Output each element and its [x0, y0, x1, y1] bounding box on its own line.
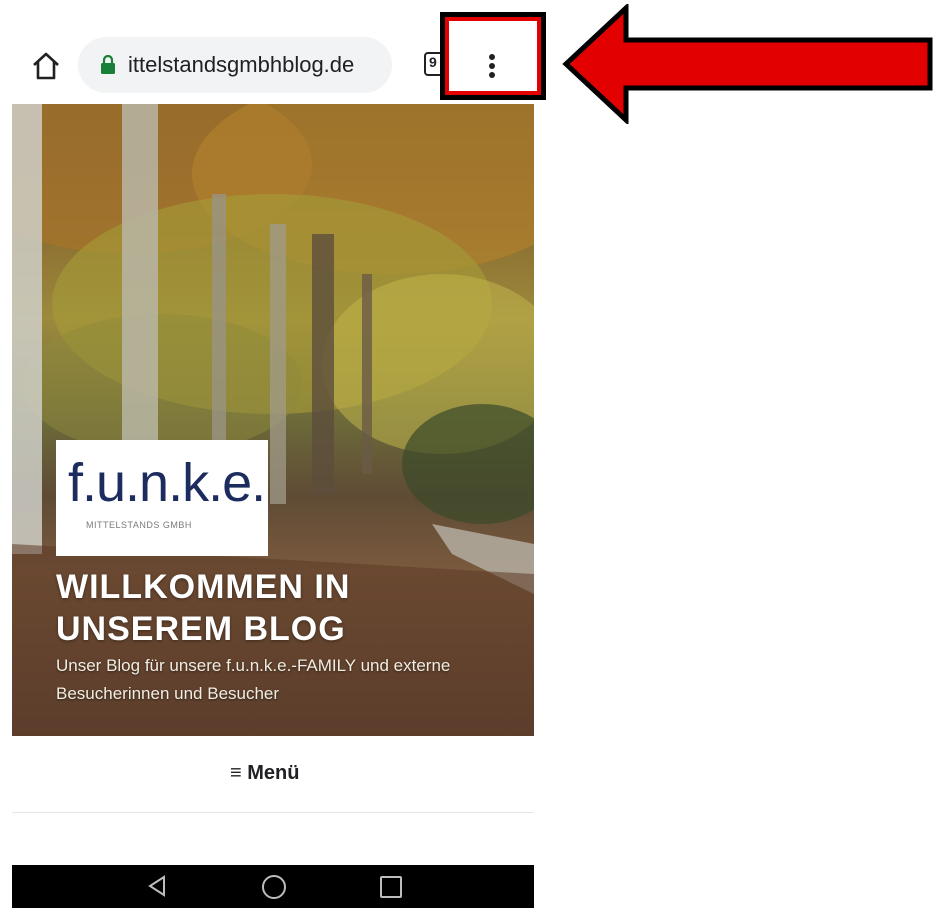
- url-text: ittelstandsgmbhblog.de: [128, 52, 355, 77]
- recent-apps-icon[interactable]: [380, 876, 402, 898]
- home-circle-icon[interactable]: [262, 875, 286, 899]
- home-icon[interactable]: [30, 50, 62, 82]
- menu-highlight-inner: [445, 17, 541, 95]
- tab-count: 9: [429, 54, 437, 70]
- page-title: WILLKOMMEN IN UNSEREM BLOG: [56, 568, 351, 648]
- hero-banner: f.u.n.k.e. MITTELSTANDS GMBH WILLKOMMEN …: [12, 104, 534, 736]
- logo-text: f.u.n.k.e.: [68, 453, 266, 513]
- menu-toggle[interactable]: ≡ Menü: [12, 736, 534, 813]
- page-subtitle: Unser Blog für unsere f.u.n.k.e.-FAMILY …: [56, 656, 451, 703]
- company-logo: f.u.n.k.e. MITTELSTANDS GMBH: [56, 440, 268, 556]
- phone-screen: ittelstandsgmbhblog.de 9 f.u.n.k.e. MITT…: [12, 0, 534, 908]
- lock-icon: [100, 54, 116, 75]
- back-icon[interactable]: [146, 874, 168, 898]
- address-bar[interactable]: ittelstandsgmbhblog.de: [78, 37, 392, 93]
- menu-label: ≡ Menü: [230, 762, 300, 784]
- android-nav-bar: [12, 865, 534, 908]
- menu-highlight-box: [440, 12, 546, 100]
- arrow-icon: [562, 2, 934, 129]
- logo-subtitle: MITTELSTANDS GMBH: [86, 520, 192, 530]
